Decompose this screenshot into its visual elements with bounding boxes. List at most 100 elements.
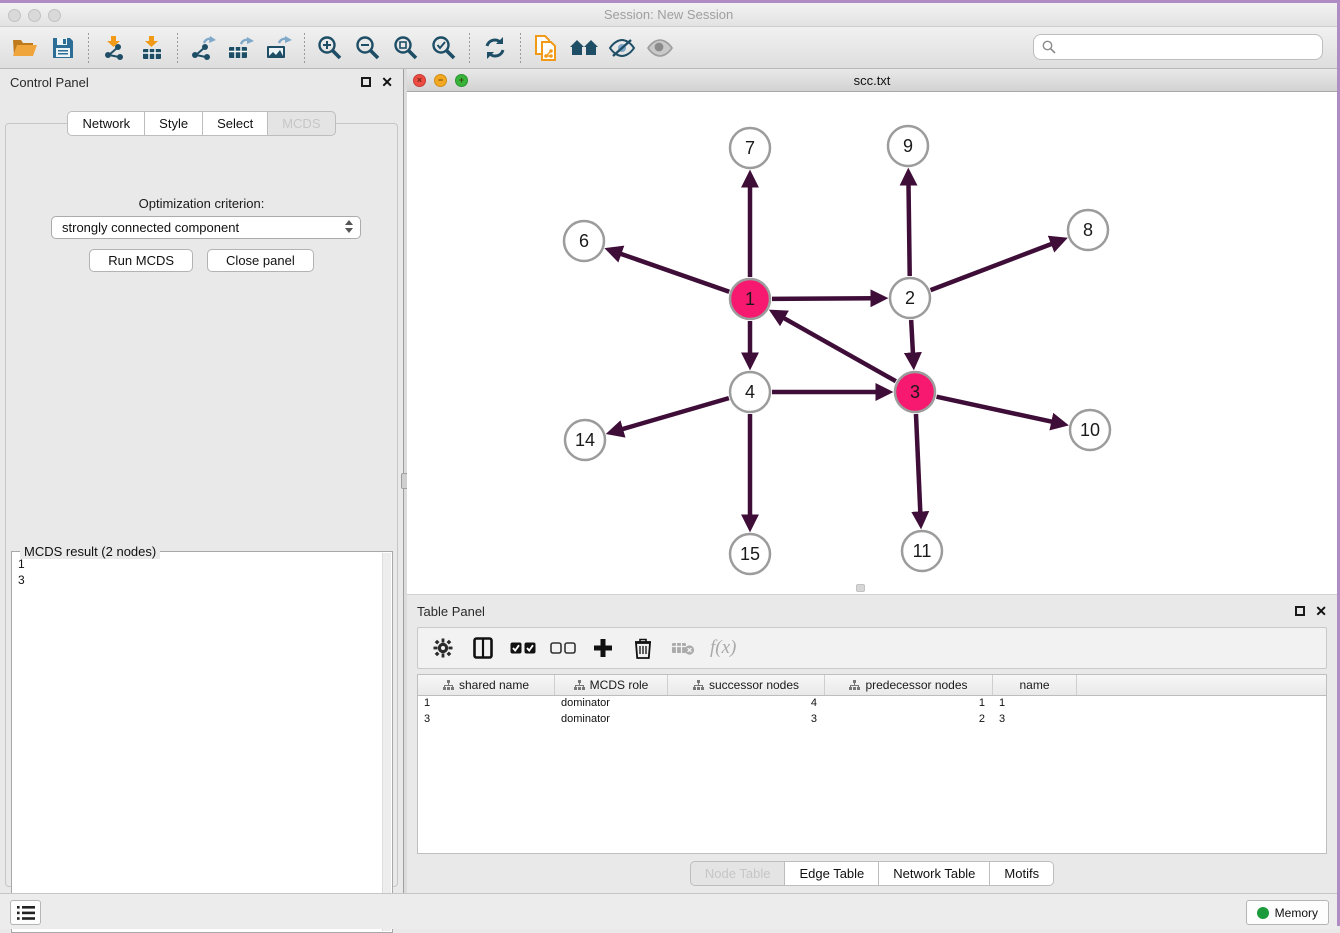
table-row[interactable]: 1dominator411 (418, 696, 1326, 712)
import-table-icon (140, 36, 164, 60)
add-column-button[interactable] (590, 635, 616, 661)
home-button[interactable] (565, 31, 603, 65)
status-bar: Memory (0, 893, 1337, 929)
criterion-dropdown[interactable]: strongly connected component (51, 216, 361, 239)
table-cell[interactable]: 3 (993, 712, 1077, 728)
attribute-tree-icon (693, 680, 704, 691)
show-all-button[interactable] (641, 31, 679, 65)
close-panel-button[interactable]: Close panel (207, 249, 314, 272)
mcds-tab-content: NetworkStyleSelectMCDS Optimization crit… (5, 123, 398, 887)
delete-column-button[interactable] (630, 635, 656, 661)
tab-style[interactable]: Style (145, 111, 203, 136)
table-cell[interactable]: dominator (555, 696, 668, 712)
tab-motifs[interactable]: Motifs (990, 861, 1054, 886)
task-history-button[interactable] (10, 900, 41, 925)
column-header-MCDS-role[interactable]: MCDS role (555, 675, 668, 695)
table-settings-button[interactable] (430, 635, 456, 661)
tab-node-table[interactable]: Node Table (690, 861, 786, 886)
zoom-in-button[interactable] (311, 31, 349, 65)
column-chooser-button[interactable] (470, 635, 496, 661)
network-canvas[interactable]: 7968124314101511 (407, 92, 1337, 594)
export-network-button[interactable] (184, 31, 222, 65)
copy-network-button[interactable] (527, 31, 565, 65)
table-cell[interactable]: 3 (668, 712, 825, 728)
import-table-button[interactable] (133, 31, 171, 65)
table-panel: Table Panel ✕ (407, 598, 1337, 893)
column-header-name[interactable]: name (993, 675, 1077, 695)
table-cell[interactable]: dominator (555, 712, 668, 728)
gear-icon (433, 638, 453, 658)
deselect-all-button[interactable] (550, 635, 576, 661)
table-cell[interactable]: 1 (418, 696, 555, 712)
search-box[interactable] (1033, 34, 1323, 60)
attribute-tree-icon (574, 680, 585, 691)
node-label-14: 14 (575, 430, 595, 450)
hide-selected-button[interactable] (603, 31, 641, 65)
table-cell[interactable]: 3 (418, 712, 555, 728)
export-network-icon (190, 36, 216, 60)
canvas-hscroll-thumb[interactable] (856, 584, 865, 592)
tab-edge-table[interactable]: Edge Table (785, 861, 879, 886)
table-cell[interactable]: 2 (825, 712, 993, 728)
toolbar-separator (469, 33, 470, 63)
function-builder-button[interactable]: f(x) (710, 637, 736, 659)
edge-1-6[interactable] (618, 253, 729, 292)
open-file-button[interactable] (6, 31, 44, 65)
table-cell[interactable]: 1 (825, 696, 993, 712)
zoom-selected-icon (431, 35, 457, 61)
table-cell[interactable]: 1 (993, 696, 1077, 712)
delete-table-button[interactable] (670, 635, 696, 661)
edge-1-2[interactable] (772, 298, 874, 299)
search-icon (1042, 40, 1056, 54)
run-mcds-button[interactable]: Run MCDS (89, 249, 193, 272)
close-panel-icon[interactable]: ✕ (381, 75, 393, 89)
refresh-icon (483, 36, 507, 60)
export-table-button[interactable] (222, 31, 260, 65)
network-window-titlebar[interactable]: × − + scc.txt (407, 69, 1337, 92)
search-input[interactable] (1062, 40, 1314, 55)
network-graph[interactable]: 7968124314101511 (407, 92, 1337, 594)
table-cell[interactable]: 4 (668, 696, 825, 712)
node-label-4: 4 (745, 382, 755, 402)
close-table-panel-icon[interactable]: ✕ (1315, 604, 1327, 618)
edge-2-9[interactable] (908, 182, 909, 276)
float-table-panel-icon[interactable] (1295, 606, 1305, 616)
table-row[interactable]: 3dominator323 (418, 712, 1326, 728)
zoom-fit-button[interactable] (387, 31, 425, 65)
memory-status-icon (1257, 907, 1269, 919)
edge-3-10[interactable] (936, 397, 1054, 423)
tab-network-table[interactable]: Network Table (879, 861, 990, 886)
zoom-out-button[interactable] (349, 31, 387, 65)
float-panel-icon[interactable] (361, 77, 371, 87)
import-network-button[interactable] (95, 31, 133, 65)
edge-2-8[interactable] (931, 243, 1055, 290)
select-all-button[interactable] (510, 635, 536, 661)
zoom-selected-button[interactable] (425, 31, 463, 65)
node-label-1: 1 (745, 289, 755, 309)
result-scrollbar[interactable] (382, 553, 391, 931)
save-session-button[interactable] (44, 31, 82, 65)
export-image-button[interactable] (260, 31, 298, 65)
toolbar-separator (88, 33, 89, 63)
edge-3-11[interactable] (916, 414, 920, 515)
unchecked-boxes-icon (550, 642, 576, 655)
dropdown-stepper-icon (345, 220, 353, 233)
copy-network-icon (534, 35, 558, 61)
edge-4-14[interactable] (620, 398, 729, 430)
toolbar-separator (177, 33, 178, 63)
tab-network[interactable]: Network (67, 111, 145, 136)
column-header-shared-name[interactable]: shared name (418, 675, 555, 695)
tab-select[interactable]: Select (203, 111, 268, 136)
column-header-successor-nodes[interactable]: successor nodes (668, 675, 825, 695)
node-label-7: 7 (745, 138, 755, 158)
zoom-out-icon (355, 35, 381, 61)
app-title: Session: New Session (0, 7, 1337, 22)
node-table[interactable]: shared nameMCDS rolesuccessor nodesprede… (417, 674, 1327, 854)
column-header-predecessor-nodes[interactable]: predecessor nodes (825, 675, 993, 695)
edge-2-3[interactable] (911, 320, 913, 356)
toolbar-separator (520, 33, 521, 63)
tab-mcds[interactable]: MCDS (268, 111, 335, 136)
edge-3-1[interactable] (781, 317, 895, 382)
memory-button[interactable]: Memory (1246, 900, 1329, 925)
refresh-button[interactable] (476, 31, 514, 65)
